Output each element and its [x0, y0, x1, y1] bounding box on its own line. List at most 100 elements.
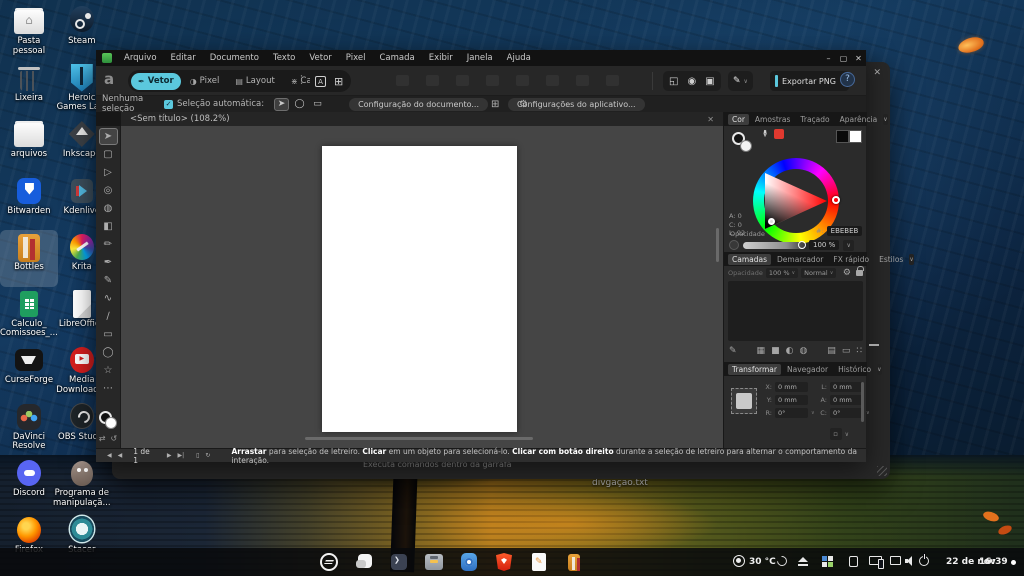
ellipse-tool[interactable]: ◯	[99, 344, 118, 361]
help-button[interactable]: ?	[840, 72, 855, 87]
status-icon[interactable]: ↻	[205, 452, 210, 459]
sv-selector-icon[interactable]	[768, 218, 775, 225]
desktop-icon-item[interactable]: Lixeira	[0, 61, 58, 118]
slider-handle-icon[interactable]	[798, 241, 806, 249]
text-overlay-icon[interactable]: A	[315, 76, 326, 87]
artboard[interactable]	[322, 146, 517, 432]
gradient-tool[interactable]: ◧	[99, 218, 118, 235]
menu-item[interactable]: Camada	[372, 50, 421, 66]
pen-tool[interactable]: ✒	[99, 254, 118, 271]
layer-action-icon[interactable]: ◐	[786, 346, 794, 356]
layer-action-icon[interactable]: ∷	[856, 346, 862, 356]
constrain-proportions-control[interactable]: ▫ ∨	[830, 428, 849, 440]
pointer-select-icon[interactable]: ➤	[274, 98, 289, 111]
lasso-select-icon[interactable]: ◯	[292, 98, 307, 111]
edit-layer-icon[interactable]: ✎	[729, 346, 737, 356]
panel-tab[interactable]: Aparência	[836, 114, 882, 125]
transform-value-field[interactable]: 0 mm	[830, 382, 863, 392]
line-tool[interactable]: ∕	[99, 308, 118, 325]
menu-item[interactable]: Arquivo	[117, 50, 164, 66]
menu-item[interactable]: Ajuda	[500, 50, 538, 66]
close-icon[interactable]: ✕	[707, 115, 714, 124]
window-tray-icon[interactable]	[890, 556, 901, 565]
export-png-button[interactable]: Exportar PNG ∨	[770, 71, 849, 91]
nav-prev-icon[interactable]: ◀	[107, 452, 112, 459]
swap-colors-icon[interactable]: ⇄	[99, 434, 106, 443]
temperature-label[interactable]: 30 °C	[749, 557, 776, 567]
layer-action-icon[interactable]: ◍	[799, 346, 807, 356]
navigate-tool[interactable]: ▷	[99, 164, 118, 181]
layer-action-icon[interactable]: ▭	[842, 346, 851, 356]
panel-tab[interactable]: Camadas	[728, 254, 771, 265]
opacity-slider[interactable]	[743, 242, 805, 249]
gear-icon[interactable]: ⚙	[519, 99, 528, 110]
freehand-tool[interactable]: ✎	[99, 272, 118, 289]
artboard-tool[interactable]: ▢	[99, 146, 118, 163]
desktop-icon-item[interactable]: Discord	[0, 456, 58, 513]
eyedropper-tool[interactable]: ◎	[99, 182, 118, 199]
path-tool[interactable]: ✏	[99, 236, 118, 253]
blend-mode-dropdown[interactable]: Normal ∨	[801, 268, 836, 278]
chevron-down-icon[interactable]: ∨	[909, 254, 913, 265]
fill-stroke-swatch[interactable]	[98, 410, 118, 430]
panel-tab[interactable]: Cor	[728, 114, 749, 125]
minimize-button[interactable]: –	[821, 54, 836, 63]
grid-toggle-icon[interactable]: ⊞	[334, 75, 343, 88]
panel-tab[interactable]: Histórico	[834, 364, 875, 375]
black-white-swatches[interactable]	[836, 130, 862, 143]
chevron-down-icon[interactable]: ∨	[877, 364, 881, 375]
panel-tab[interactable]: Transformar	[728, 364, 781, 375]
panel-scrollbar[interactable]	[861, 382, 864, 422]
hex-value[interactable]: EBEBEB	[827, 226, 863, 236]
desktop-icon-item[interactable]: Programa de manipulaçã...	[53, 456, 111, 513]
layer-list[interactable]	[728, 281, 863, 341]
clipboard-icon[interactable]	[849, 556, 858, 567]
document-tab[interactable]: <Sem título> (108.2%) ✕	[121, 112, 723, 126]
desktop-icon-item[interactable]: Calculo_ Comissoes_...	[0, 287, 58, 344]
lock-icon[interactable]	[856, 270, 863, 276]
opacity-value[interactable]: 100 %	[809, 240, 839, 250]
transform-snap-icon[interactable]: ◱	[669, 76, 678, 87]
panel-tab[interactable]: Amostras	[751, 114, 794, 125]
spline-tool[interactable]: ∿	[99, 290, 118, 307]
power-icon[interactable]	[919, 556, 929, 566]
pen-mode-button[interactable]: ✎ ∨	[728, 71, 753, 91]
hue-selector-icon[interactable]	[832, 196, 840, 204]
panel-tab[interactable]: Estilos	[875, 254, 907, 265]
eyedropper-icon[interactable]: ✒	[759, 129, 770, 137]
time-label[interactable]: 16:39	[979, 557, 1008, 567]
menu-item[interactable]: Vetor	[302, 50, 338, 66]
maximize-button[interactable]: ▢	[836, 54, 851, 63]
panel-tab[interactable]: FX rápido	[829, 254, 873, 265]
panel-tab[interactable]: Navegador	[783, 364, 832, 375]
nav-next-icon[interactable]: ▶	[167, 452, 172, 459]
chevron-down-icon[interactable]: ∨	[883, 114, 887, 125]
transform-value-field[interactable]: 0°	[775, 408, 808, 418]
status-icon[interactable]: ▯	[196, 452, 199, 459]
volume-icon[interactable]	[905, 556, 915, 566]
extensions-grid-icon[interactable]	[822, 556, 833, 567]
menu-item[interactable]: Documento	[203, 50, 266, 66]
overflow-menu-icon[interactable]: ⋮	[296, 73, 307, 86]
close-icon[interactable]: ✕	[873, 68, 881, 78]
grid-icon[interactable]: ⊞	[491, 99, 499, 110]
document-settings-button[interactable]: Configuração do documento...	[349, 98, 488, 111]
mode-pixel[interactable]: ◑ Pixel	[183, 73, 227, 90]
weather-icon[interactable]	[733, 555, 745, 567]
transform-value-field[interactable]: 0 mm	[830, 395, 863, 405]
transform-value-field[interactable]: 0 mm	[775, 382, 808, 392]
box-select-icon[interactable]: ▭	[310, 98, 325, 111]
desktop-icon-item[interactable]: Bitwarden	[0, 174, 58, 231]
panel-tab[interactable]: Demarcador	[773, 254, 827, 265]
opacity-toggle-icon[interactable]	[729, 240, 739, 250]
gear-icon[interactable]: ⚙	[843, 268, 851, 278]
fill-tool[interactable]: ◍	[99, 200, 118, 217]
zoom-fit-icon[interactable]: ▣	[705, 76, 714, 87]
device-connect-icon[interactable]	[869, 556, 882, 565]
desktop-icon-item[interactable]: CurseForge	[0, 343, 58, 400]
layer-opacity-dropdown[interactable]: 100 % ∨	[766, 268, 798, 278]
layer-action-icon[interactable]: ▤	[827, 346, 836, 356]
nav-prev-icon[interactable]: ◀	[118, 452, 123, 459]
transform-value-field[interactable]: 0°	[830, 408, 863, 418]
nav-next-icon[interactable]: ▶|	[177, 452, 184, 459]
